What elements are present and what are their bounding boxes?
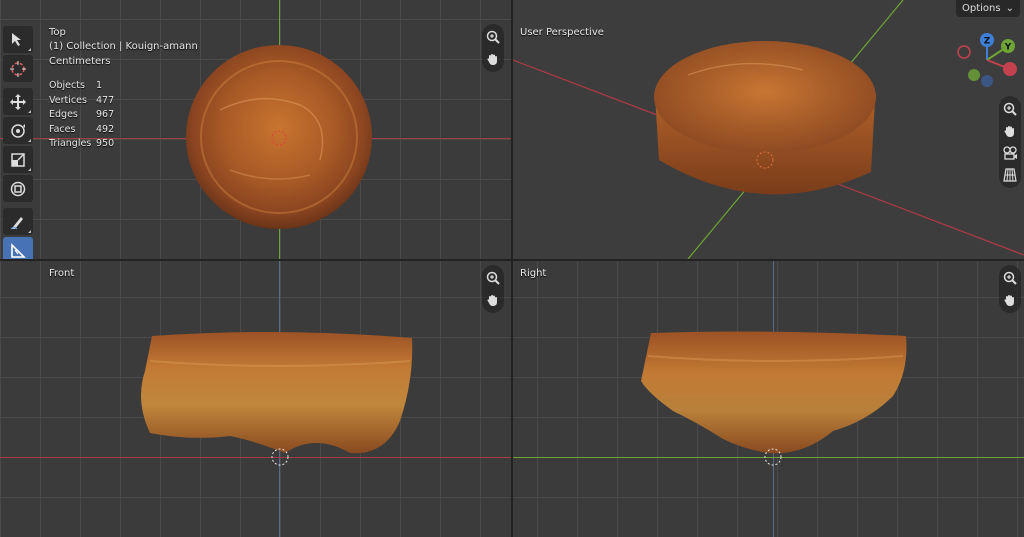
gizmo-y-label: Y xyxy=(1004,43,1012,53)
viewport-divider-horizontal[interactable] xyxy=(0,259,1024,261)
options-label: Options xyxy=(962,3,1001,14)
perspective-grid-icon[interactable] xyxy=(999,164,1021,186)
zoom-icon[interactable] xyxy=(482,267,504,289)
view-name-label: Top xyxy=(49,27,66,38)
pan-hand-icon[interactable] xyxy=(482,289,504,311)
measure-icon[interactable] xyxy=(3,237,33,259)
rotate-icon[interactable] xyxy=(3,117,33,144)
scale-icon[interactable] xyxy=(3,146,33,173)
pan-hand-icon[interactable] xyxy=(999,289,1021,311)
navigation-controls xyxy=(482,24,504,72)
select-box-icon[interactable] xyxy=(3,26,33,53)
viewport-front[interactable]: Front xyxy=(0,261,511,537)
units-label: Centimeters xyxy=(49,56,111,67)
pastry-model-right[interactable] xyxy=(513,261,1024,537)
navigation-controls xyxy=(999,96,1021,188)
viewport-user-perspective[interactable]: User Perspective Options ⌄ Z Y xyxy=(513,0,1024,259)
pastry-model-perspective[interactable] xyxy=(513,0,1024,259)
cursor-icon[interactable] xyxy=(3,55,33,82)
pan-hand-icon[interactable] xyxy=(999,120,1021,142)
chevron-down-icon: ⌄ xyxy=(1005,3,1014,14)
zoom-icon[interactable] xyxy=(999,267,1021,289)
pan-hand-icon[interactable] xyxy=(482,48,504,70)
zoom-icon[interactable] xyxy=(999,98,1021,120)
stat-vertices: Vertices 477 xyxy=(49,94,115,106)
stat-triangles: Triangles 950 xyxy=(49,138,115,149)
navigation-controls xyxy=(482,265,504,313)
annotate-icon[interactable] xyxy=(3,208,33,235)
navigation-controls xyxy=(999,265,1021,313)
gizmo-z-negative xyxy=(981,75,993,87)
gizmo-x-positive xyxy=(1003,62,1017,76)
stat-faces: Faces 492 xyxy=(49,123,115,135)
gizmo-z-label: Z xyxy=(984,37,991,47)
options-dropdown[interactable]: Options ⌄ xyxy=(956,0,1020,17)
transform-icon[interactable] xyxy=(3,175,33,202)
axis-gizmo[interactable]: Z Y xyxy=(953,30,1024,94)
stat-objects: Objects 1 xyxy=(49,80,103,91)
stat-edges: Edges 967 xyxy=(49,109,115,120)
move-icon[interactable] xyxy=(3,88,33,115)
zoom-icon[interactable] xyxy=(482,26,504,48)
pastry-model-front[interactable] xyxy=(0,261,511,537)
gizmo-x-negative xyxy=(957,45,971,59)
tool-shelf xyxy=(3,26,35,259)
collection-label: (1) Collection | Kouign-amann xyxy=(49,41,198,52)
view-name-label: Front xyxy=(49,268,75,279)
view-name-label: User Perspective xyxy=(520,27,604,38)
viewport-top[interactable]: Top (1) Collection | Kouign-amann Centim… xyxy=(0,0,511,259)
view-name-label: Right xyxy=(520,268,547,279)
gizmo-y-negative xyxy=(968,69,980,81)
scene-statistics: Objects 1 Vertices 477 Edges 967 Faces 492 T… xyxy=(49,79,114,152)
viewport-right[interactable]: Right xyxy=(513,261,1024,537)
camera-view-icon[interactable] xyxy=(999,142,1021,164)
viewport-divider-vertical[interactable] xyxy=(511,0,513,537)
